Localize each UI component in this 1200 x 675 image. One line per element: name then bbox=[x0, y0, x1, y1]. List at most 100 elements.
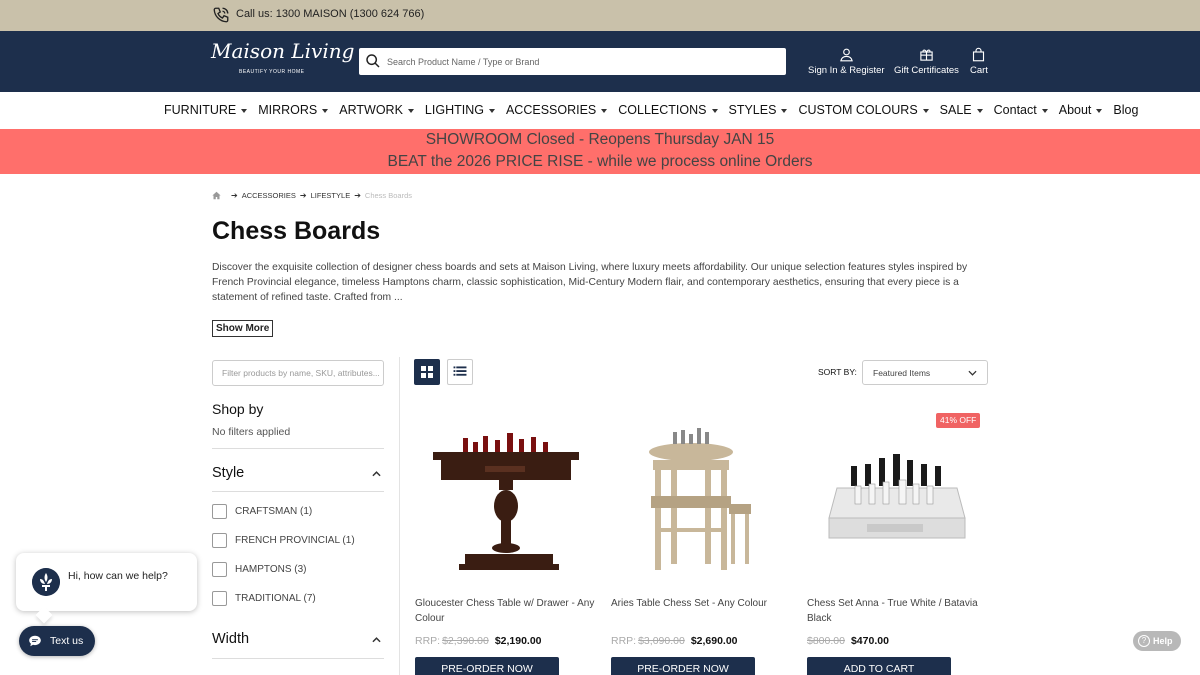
caret-down-icon bbox=[1041, 108, 1048, 113]
grid-view-button[interactable] bbox=[414, 359, 440, 385]
width-filter-heading[interactable]: Width bbox=[212, 631, 249, 647]
add-to-cart-button[interactable]: ADD TO CART bbox=[807, 657, 951, 675]
nav-item-label: MIRRORS bbox=[258, 103, 318, 117]
shopping-bag-icon bbox=[973, 47, 985, 62]
product-name[interactable]: Aries Table Chess Set - Any Colour bbox=[611, 596, 791, 611]
sign-in-label: Sign In & Register bbox=[808, 65, 885, 76]
breadcrumb-lifestyle[interactable]: LIFESTYLE bbox=[311, 191, 351, 200]
nav-item-label: ACCESSORIES bbox=[505, 103, 597, 117]
nav-item-collections[interactable]: COLLECTIONS bbox=[618, 103, 718, 117]
product-card[interactable]: Gloucester Chess Table w/ Drawer - Any C… bbox=[415, 408, 595, 675]
site-logo[interactable]: Maison Living BEAUTIFY YOUR HOME bbox=[211, 39, 354, 83]
chevron-up-icon[interactable] bbox=[372, 637, 381, 643]
breadcrumb-arrow-icon: ➔ bbox=[354, 191, 361, 200]
product-filter-input[interactable] bbox=[212, 360, 384, 386]
nav-item-artwork[interactable]: ARTWORK bbox=[339, 103, 414, 117]
caret-down-icon bbox=[488, 108, 495, 113]
gift-label: Gift Certificates bbox=[894, 65, 959, 76]
product-price: RRP: $2,390.00 $2,190.00 bbox=[415, 635, 542, 647]
nav-list: FURNITURE MIRRORS ARTWORK LIGHTING ACCESSORI… bbox=[164, 103, 1149, 117]
caret-down-icon bbox=[781, 108, 788, 113]
rrp-label: RRP: bbox=[611, 635, 637, 647]
phone-number[interactable]: Call us: 1300 MAISON (1300 624 766) bbox=[236, 8, 424, 20]
product-image[interactable] bbox=[415, 408, 595, 583]
nav-item-label: Contact bbox=[993, 103, 1037, 117]
pre-order-button[interactable]: PRE-ORDER NOW bbox=[611, 657, 755, 675]
style-option-craftsman[interactable]: CRAFTSMAN (1) bbox=[212, 504, 312, 519]
gift-certificates-link[interactable]: Gift Certificates bbox=[894, 47, 959, 76]
search-bar bbox=[359, 48, 786, 75]
chat-icon bbox=[29, 635, 41, 647]
product-image[interactable] bbox=[807, 408, 987, 583]
nav-item-label: About bbox=[1058, 103, 1092, 117]
checkbox[interactable] bbox=[212, 533, 227, 548]
chat-greeting-bubble[interactable]: Hi, how can we help? bbox=[16, 553, 197, 624]
nav-item-furniture[interactable]: FURNITURE bbox=[164, 103, 248, 117]
phone-icon bbox=[213, 7, 229, 23]
divider bbox=[212, 448, 384, 449]
nav-item-label: STYLES bbox=[728, 103, 777, 117]
sign-in-link[interactable]: Sign In & Register bbox=[808, 47, 885, 76]
nav-item-mirrors[interactable]: MIRRORS bbox=[258, 103, 329, 117]
nav-item-styles[interactable]: STYLES bbox=[729, 103, 788, 117]
discount-badge: 41% OFF bbox=[936, 413, 981, 428]
breadcrumb-accessories[interactable]: ACCESSORIES bbox=[242, 191, 296, 200]
sort-select[interactable]: Featured Items bbox=[862, 360, 988, 385]
site-header: Maison Living BEAUTIFY YOUR HOME Sign In… bbox=[0, 31, 1200, 92]
nav-item-label: FURNITURE bbox=[164, 103, 237, 117]
nav-item-label: Blog bbox=[1113, 103, 1139, 117]
banner-line-2: BEAT the 2026 PRICE RISE - while we proc… bbox=[387, 153, 813, 170]
checkbox[interactable] bbox=[212, 591, 227, 606]
show-more-button[interactable]: Show More bbox=[212, 320, 274, 337]
nav-item-blog[interactable]: Blog bbox=[1113, 103, 1138, 117]
search-input[interactable] bbox=[387, 52, 777, 71]
list-view-button[interactable] bbox=[447, 359, 473, 385]
nav-item-label: SALE bbox=[939, 103, 972, 117]
chat-greeting: Hi, how can we help? bbox=[68, 570, 168, 582]
chevron-up-icon[interactable] bbox=[372, 471, 381, 477]
nav-item-label: LIGHTING bbox=[424, 103, 484, 117]
product-card[interactable]: Chess Set Anna - True White / Batavia Bl… bbox=[807, 408, 987, 675]
divider bbox=[212, 658, 384, 659]
nav-item-lighting[interactable]: LIGHTING bbox=[425, 103, 495, 117]
caret-down-icon bbox=[241, 108, 248, 113]
sale-price: $2,190.00 bbox=[494, 635, 542, 647]
pre-order-button[interactable]: PRE-ORDER NOW bbox=[415, 657, 559, 675]
style-option-hamptons[interactable]: HAMPTONS (3) bbox=[212, 562, 307, 577]
help-button[interactable]: ? Help bbox=[1133, 631, 1181, 651]
column-divider bbox=[399, 357, 400, 675]
rrp-price: $3,090.00 bbox=[638, 635, 685, 647]
style-filter-heading[interactable]: Style bbox=[212, 465, 244, 481]
user-icon bbox=[839, 48, 853, 62]
style-option-label: TRADITIONAL (7) bbox=[235, 593, 316, 604]
product-price: RRP: $3,090.00 $2,690.00 bbox=[611, 635, 738, 647]
checkbox[interactable] bbox=[212, 562, 227, 577]
style-option-traditional[interactable]: TRADITIONAL (7) bbox=[212, 591, 316, 606]
product-name[interactable]: Gloucester Chess Table w/ Drawer - Any C… bbox=[415, 596, 595, 626]
breadcrumb: ➔ ACCESSORIES ➔ LIFESTYLE ➔ Chess Boards bbox=[212, 191, 412, 200]
nav-item-custom-colours[interactable]: CUSTOM COLOURS bbox=[798, 103, 929, 117]
product-name[interactable]: Chess Set Anna - True White / Batavia Bl… bbox=[807, 596, 987, 626]
product-price: $800.00 $470.00 bbox=[807, 635, 889, 647]
search-icon[interactable] bbox=[365, 53, 381, 69]
grid-icon bbox=[421, 366, 433, 378]
checkbox[interactable] bbox=[212, 504, 227, 519]
divider bbox=[212, 491, 384, 492]
help-label: Help bbox=[1153, 636, 1173, 646]
nav-item-accessories[interactable]: ACCESSORIES bbox=[505, 103, 608, 117]
announcement-banner: SHOWROOM Closed - Reopens Thursday JAN 1… bbox=[0, 129, 1200, 174]
sale-price: $2,690.00 bbox=[690, 635, 738, 647]
product-card[interactable]: Aries Table Chess Set - Any Colour RRP: $… bbox=[611, 408, 791, 675]
nav-item-about[interactable]: About bbox=[1059, 103, 1103, 117]
caret-down-icon bbox=[601, 108, 608, 113]
nav-item-label: ARTWORK bbox=[339, 103, 403, 117]
nav-item-contact[interactable]: Contact bbox=[994, 103, 1048, 117]
style-option-french-provincial[interactable]: FRENCH PROVINCIAL (1) bbox=[212, 533, 355, 548]
home-icon[interactable] bbox=[212, 191, 221, 200]
breadcrumb-arrow-icon: ➔ bbox=[299, 191, 307, 200]
fleur-de-lis-icon bbox=[32, 568, 60, 596]
product-image[interactable] bbox=[611, 408, 791, 583]
text-us-button[interactable]: Text us bbox=[19, 626, 95, 656]
cart-link[interactable]: Cart bbox=[970, 47, 988, 76]
nav-item-sale[interactable]: SALE bbox=[940, 103, 983, 117]
